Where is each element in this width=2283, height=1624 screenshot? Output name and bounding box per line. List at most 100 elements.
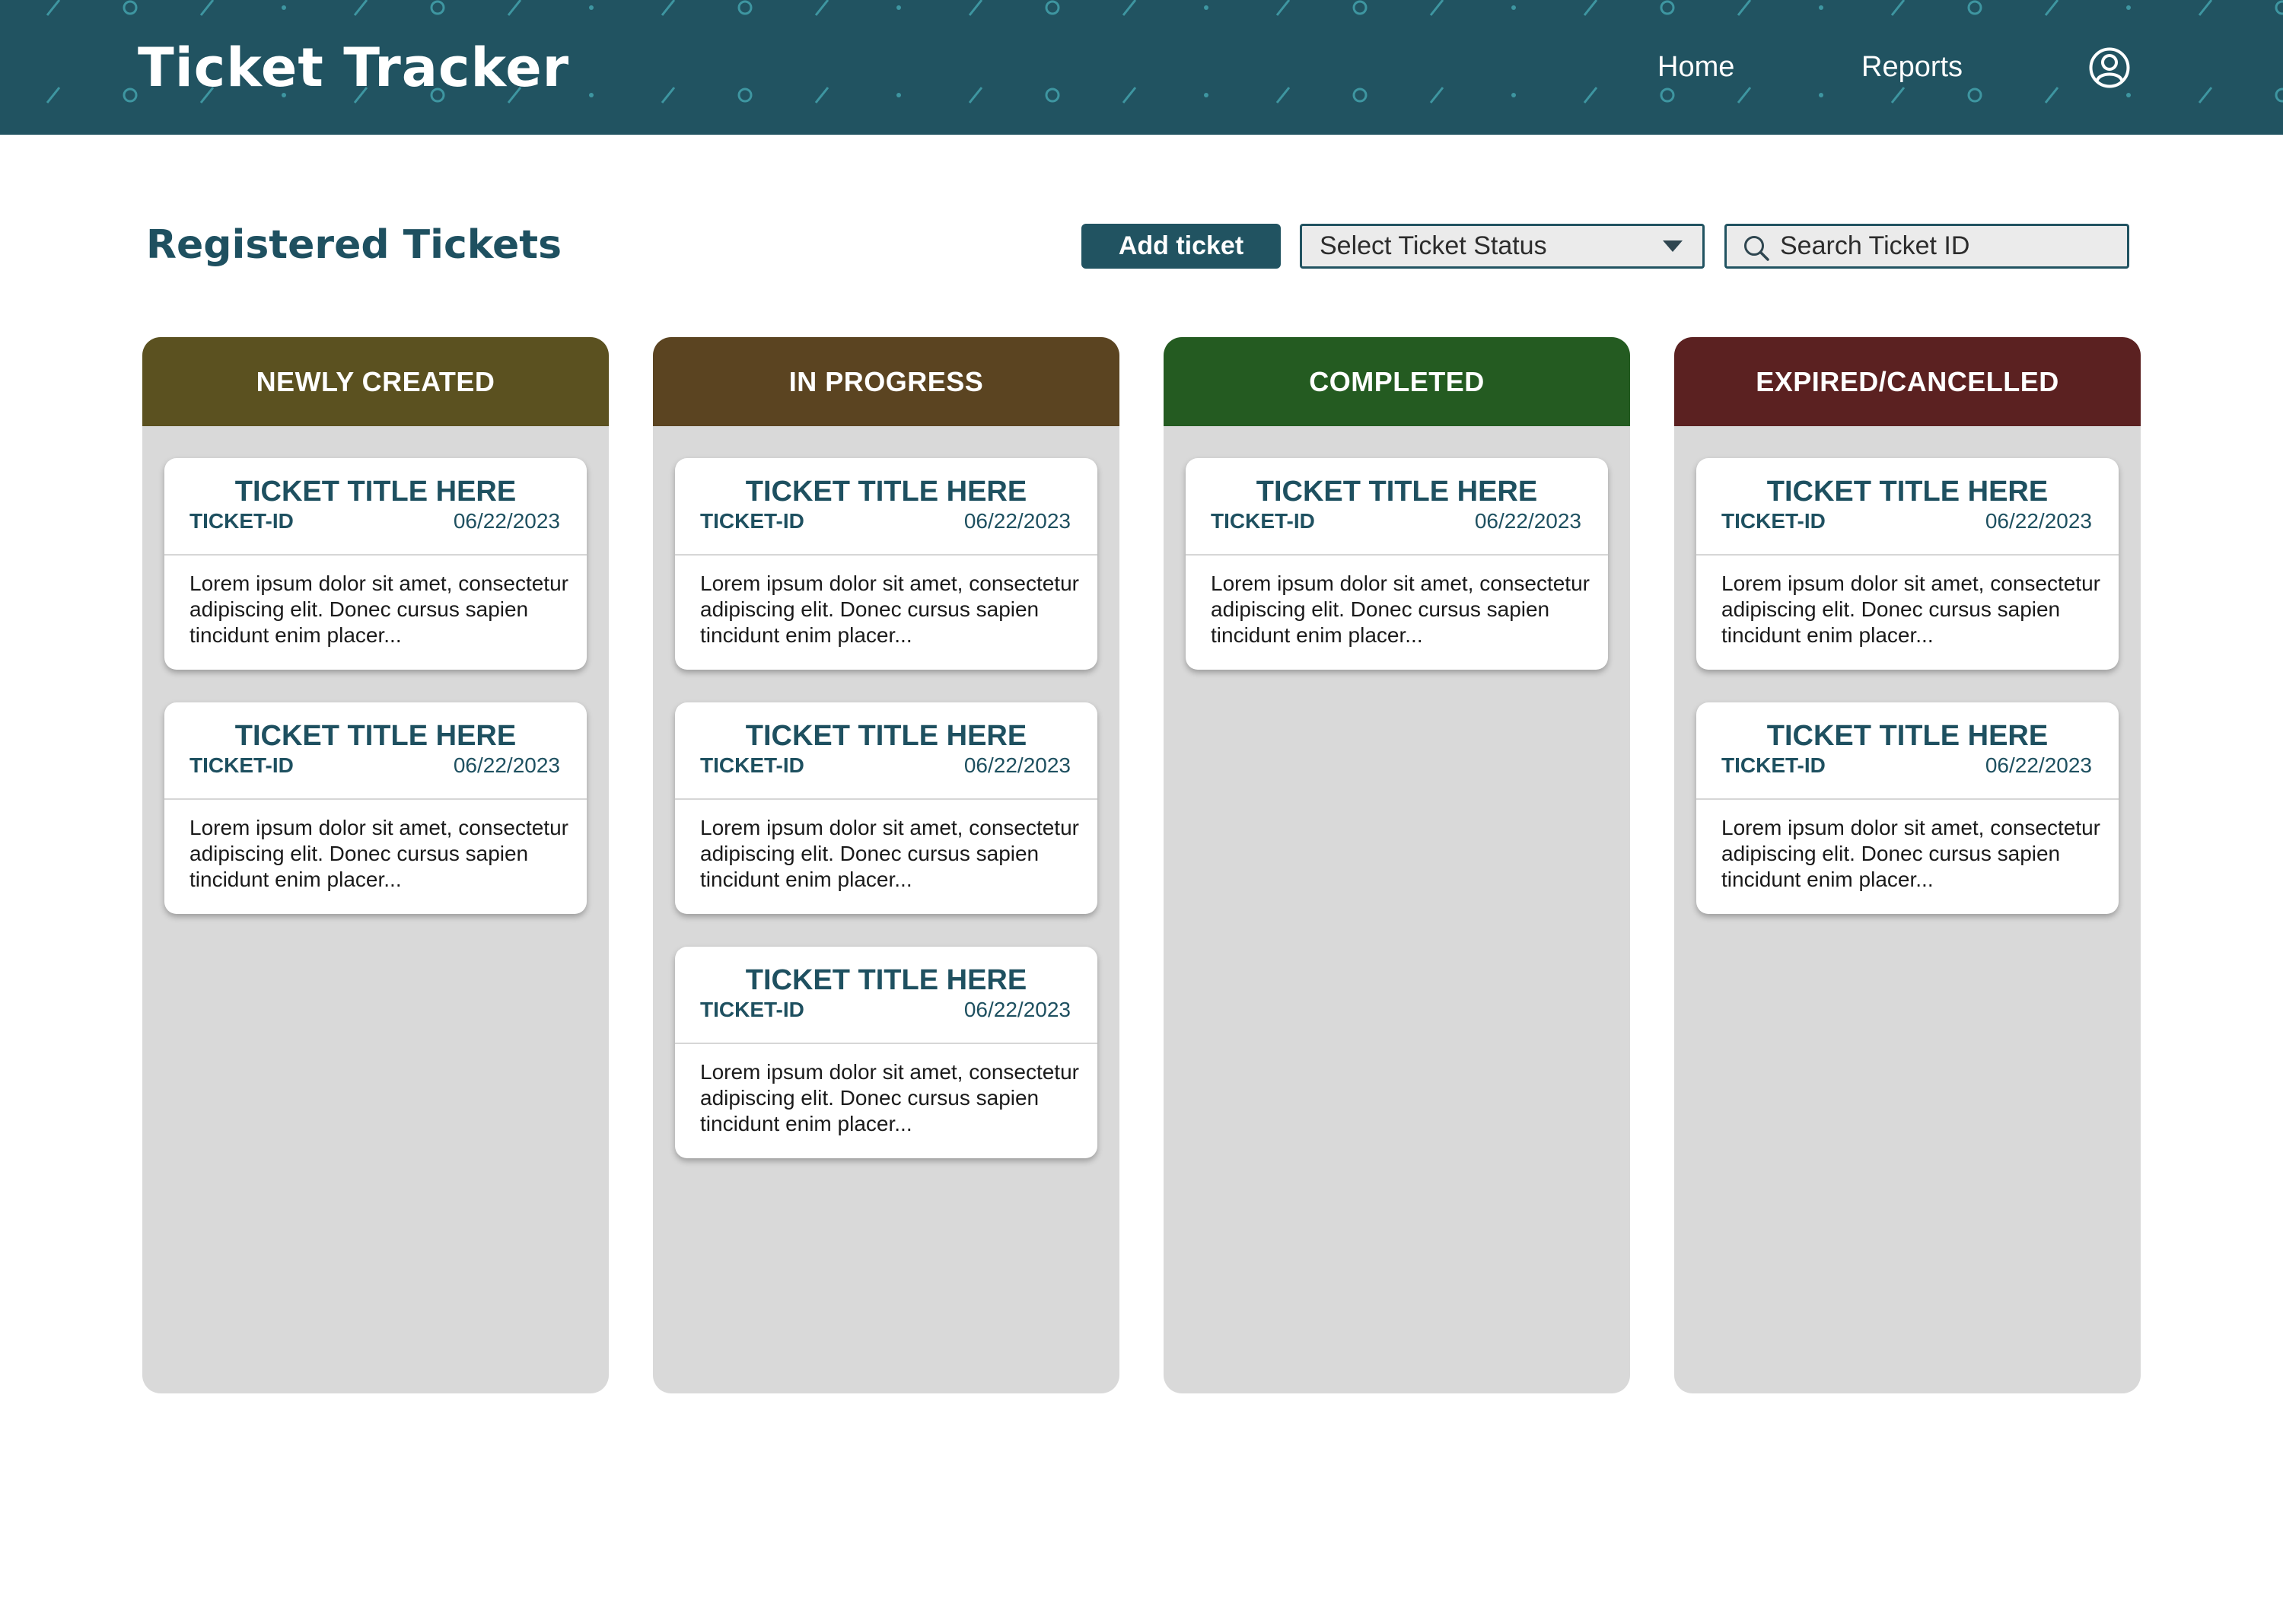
ticket-id: TICKET-ID [700,509,804,533]
column-header: IN PROGRESS [653,337,1119,426]
column-header: NEWLY CREATED [142,337,609,426]
search-box [1724,224,2129,269]
ticket-description: Lorem ipsum dolor sit amet, consectetur … [189,816,568,891]
ticket-date: 06/22/2023 [453,509,560,533]
nav-home-link[interactable]: Home [1657,47,1734,87]
ticket-divider [675,554,1097,556]
nav-reports-link[interactable]: Reports [1861,47,1963,87]
ticket-id: TICKET-ID [189,509,294,533]
ticket-date: 06/22/2023 [963,998,1071,1021]
ticket-card[interactable]: TICKET TITLE HERE TICKET-ID 06/22/2023 Lore… [1696,458,2119,670]
pattern-mark [1204,93,1208,97]
add-ticket-button[interactable]: Add ticket [1081,224,1281,269]
pattern-mark [507,0,522,16]
pattern-mark [1275,0,1291,16]
ticket-card[interactable]: TICKET TITLE HERE TICKET-ID 06/22/2023 Lore… [1696,702,2119,914]
pattern-mark [1204,5,1208,10]
column-expired-cancelled: EXPIRED/CANCELLED TICKET TITLE HERE TICKE… [1674,337,2141,1393]
pattern-mark [814,0,829,16]
pattern-mark [2275,0,2283,15]
pattern-mark [1352,88,1368,103]
pattern-mark [896,93,901,97]
column-body: TICKET TITLE HERE TICKET-ID 06/22/2023 Lore… [1674,426,2141,914]
ticket-divider [164,798,587,800]
ticket-title: TICKET TITLE HERE [1766,476,2049,508]
pattern-mark [1045,0,1060,15]
pattern-mark [1660,88,1675,103]
ticket-card[interactable]: TICKET TITLE HERE TICKET-ID 06/22/2023 Lore… [164,702,587,914]
pattern-mark [1511,5,1516,10]
pattern-mark [2126,5,2131,10]
ticket-id: TICKET-ID [700,753,804,777]
pattern-mark [2044,87,2059,103]
ticket-title: TICKET TITLE HERE [745,720,1027,752]
column-body: TICKET TITLE HERE TICKET-ID 06/22/2023 Lore… [653,426,1119,1158]
ticket-card[interactable]: TICKET TITLE HERE TICKET-ID 06/22/2023 Lore… [675,947,1097,1158]
pattern-mark [1967,88,1982,103]
ticket-id: TICKET-ID [189,753,294,777]
ticket-title: TICKET TITLE HERE [234,476,517,508]
pattern-mark [1819,5,1823,10]
ticket-title: TICKET TITLE HERE [234,720,517,752]
column-completed: COMPLETED TICKET TITLE HERE TICKET-ID 06/2… [1164,337,1630,1393]
pattern-mark [353,0,368,16]
pattern-mark [2126,93,2131,97]
pattern-mark [814,87,829,103]
caret-down-icon [1663,240,1683,252]
pattern-mark [661,0,676,16]
pattern-mark [896,5,901,10]
pattern-mark [1737,0,1752,16]
ticket-id: TICKET-ID [1721,753,1826,777]
ticket-status-select[interactable]: Select Ticket Status [1300,224,1705,269]
pattern-mark [1583,0,1598,16]
pattern-mark [968,0,983,16]
ticket-title: TICKET TITLE HERE [1256,476,1538,508]
pattern-mark [1122,87,1137,103]
pattern-mark [1275,87,1291,103]
pattern-mark [1122,0,1137,16]
column-body: TICKET TITLE HERE TICKET-ID 06/22/2023 Lore… [142,426,609,914]
pattern-mark [46,0,61,16]
ticket-description: Lorem ipsum dolor sit amet, consectetur … [189,572,568,647]
ticket-divider [675,798,1097,800]
ticket-date: 06/22/2023 [1474,509,1581,533]
ticket-card[interactable]: TICKET TITLE HERE TICKET-ID 06/22/2023 Lore… [675,458,1097,670]
ticket-description: Lorem ipsum dolor sit amet, consectetur … [1211,572,1590,647]
column-newly-created: NEWLY CREATED TICKET TITLE HERE TICKET-ID… [142,337,609,1393]
ticket-description: Lorem ipsum dolor sit amet, consectetur … [1721,816,2100,891]
page-title: Registered Tickets [146,222,562,268]
ticket-date: 06/22/2023 [1985,509,2092,533]
ticket-id: TICKET-ID [1211,509,1315,533]
ticket-card[interactable]: TICKET TITLE HERE TICKET-ID 06/22/2023 Lore… [675,702,1097,914]
pattern-mark [1511,93,1516,97]
ticket-title: TICKET TITLE HERE [745,964,1027,996]
user-circle-icon[interactable] [2088,46,2131,89]
ticket-date: 06/22/2023 [963,753,1071,777]
pattern-mark [123,0,138,15]
ticket-divider [1186,554,1608,556]
ticket-id: TICKET-ID [1721,509,1826,533]
search-ticket-id-input[interactable] [1780,226,2115,266]
ticket-card[interactable]: TICKET TITLE HERE TICKET-ID 06/22/2023 Lore… [1186,458,1608,670]
column-header: COMPLETED [1164,337,1630,426]
column-body: TICKET TITLE HERE TICKET-ID 06/22/2023 Lore… [1164,426,1630,670]
pattern-mark [737,88,753,103]
ticket-divider [1696,554,2119,556]
ticket-description: Lorem ipsum dolor sit amet, consectetur … [700,816,1079,891]
pattern-mark [282,5,286,10]
ticket-title: TICKET TITLE HERE [745,476,1027,508]
pattern-mark [199,0,215,16]
app-header: Ticket Tracker Home Reports [0,0,2283,135]
ticket-card[interactable]: TICKET TITLE HERE TICKET-ID 06/22/2023 Lore… [164,458,587,670]
pattern-mark [661,87,676,103]
pattern-mark [1819,93,1823,97]
pattern-mark [1660,0,1675,15]
ticket-description: Lorem ipsum dolor sit amet, consectetur … [700,1060,1079,1135]
pattern-mark [1967,0,1982,15]
pattern-mark [589,93,594,97]
pattern-mark [1352,0,1368,15]
ticket-date: 06/22/2023 [963,509,1071,533]
pattern-mark [2275,88,2283,103]
pattern-mark [737,0,753,15]
ticket-divider [164,554,587,556]
